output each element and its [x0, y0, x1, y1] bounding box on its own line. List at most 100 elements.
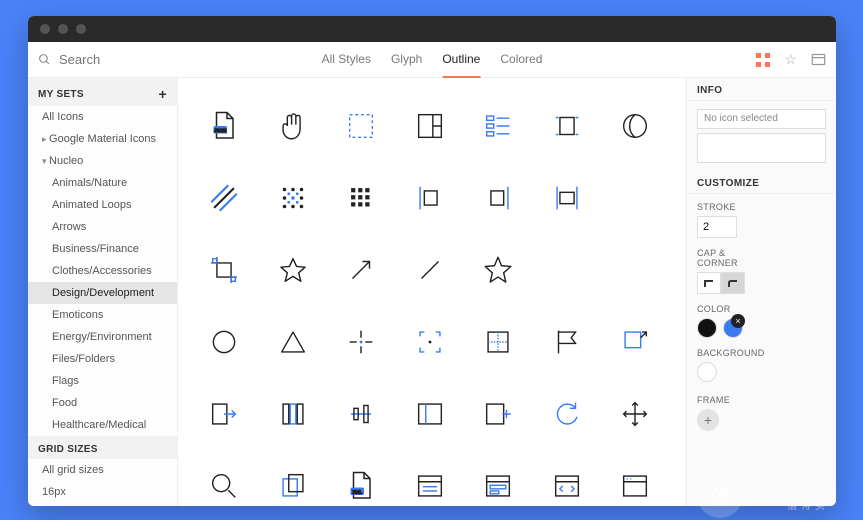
sidebar-item-design[interactable]: Design/Development [28, 282, 177, 304]
add-set-button[interactable]: + [159, 86, 167, 102]
tab-glyph[interactable]: Glyph [391, 42, 422, 78]
tab-colored[interactable]: Colored [500, 42, 542, 78]
sidebar: MY SETS + All Icons Google Material Icon… [28, 78, 178, 506]
icon-align-h[interactable] [337, 390, 385, 438]
sidebar-all-icons[interactable]: All Icons [28, 106, 177, 128]
icon-add-panel[interactable] [474, 390, 522, 438]
watermark-badge: 值 [697, 472, 743, 518]
sidebar-nucleo[interactable]: Nucleo [28, 150, 177, 172]
svg-text:JSON: JSON [214, 128, 226, 133]
my-sets-label: MY SETS [38, 89, 84, 100]
primary-color-swatch[interactable] [697, 318, 717, 338]
sidebar-item-business[interactable]: Business/Finance [28, 238, 177, 260]
info-selection: No icon selected [697, 109, 826, 129]
search-icon [38, 53, 51, 66]
background-label: BACKGROUND [697, 348, 761, 358]
icon-crosshair[interactable] [337, 318, 385, 366]
color-label: COLOR [697, 304, 761, 314]
icon-window-form[interactable] [474, 462, 522, 506]
icon-crop[interactable] [200, 246, 248, 294]
icon-align-right-rect[interactable] [474, 174, 522, 222]
icon-blank [543, 246, 591, 294]
search-field[interactable] [38, 51, 198, 68]
icon-list-rows[interactable] [474, 102, 522, 150]
sidebar-item-flags[interactable]: Flags [28, 370, 177, 392]
sidebar-sizes-header: GRID SIZES [28, 436, 177, 459]
icon-move[interactable] [611, 390, 659, 438]
icon-columns[interactable] [269, 390, 317, 438]
sidebar-item-energy[interactable]: Energy/Environment [28, 326, 177, 348]
icon-stripes-diag[interactable] [200, 174, 248, 222]
sidebar-google-material[interactable]: Google Material Icons [28, 128, 177, 150]
cap-label: CAP & CORNER [697, 248, 761, 268]
sidebar-item-food[interactable]: Food [28, 392, 177, 414]
stroke-label: STROKE [697, 202, 761, 212]
sidebar-item-animals[interactable]: Animals/Nature [28, 172, 177, 194]
favorites-icon[interactable]: ☆ [784, 51, 797, 68]
add-frame-button[interactable]: + [697, 409, 719, 431]
icon-browser[interactable] [611, 462, 659, 506]
remove-color-icon[interactable]: × [731, 314, 745, 328]
icon-align-sides[interactable] [543, 174, 591, 222]
grid-view-icon[interactable] [756, 53, 770, 67]
icon-exit-right[interactable] [200, 390, 248, 438]
cap-square-button[interactable] [697, 272, 721, 294]
sidebar-item-arrows[interactable]: Arrows [28, 216, 177, 238]
icon-triangle[interactable] [269, 318, 317, 366]
icon-arrow-ne[interactable] [337, 246, 385, 294]
top-toolbar: All Styles Glyph Outline Colored ☆ [28, 42, 836, 78]
icon-line[interactable] [406, 246, 454, 294]
watermark-text: 值得买 [787, 497, 829, 512]
icon-layout-right[interactable] [406, 102, 454, 150]
icon-blank [611, 246, 659, 294]
icon-matrix-dots[interactable] [269, 174, 317, 222]
traffic-light-min[interactable] [58, 24, 68, 34]
icon-focus[interactable] [406, 318, 454, 366]
sidebar-item-files[interactable]: Files/Folders [28, 348, 177, 370]
icon-zoom[interactable] [200, 462, 248, 506]
traffic-light-max[interactable] [76, 24, 86, 34]
icon-grid-9[interactable] [337, 174, 385, 222]
icon-star-solid[interactable] [474, 246, 522, 294]
sidebar-item-healthcare[interactable]: Healthcare/Medical [28, 414, 177, 436]
sidebar-item-animated[interactable]: Animated Loops [28, 194, 177, 216]
icon-note-expand[interactable] [611, 318, 659, 366]
icon-window-list[interactable] [406, 462, 454, 506]
customize-header: CUSTOMIZE [687, 171, 836, 194]
icon-flag[interactable] [543, 318, 591, 366]
inspector-panel: INFO No icon selected CUSTOMIZE STROKE C… [686, 78, 836, 506]
icon-code-window[interactable] [543, 462, 591, 506]
search-input[interactable] [57, 51, 167, 68]
icon-xml[interactable]: XML [337, 462, 385, 506]
size-16[interactable]: 16px [28, 481, 177, 503]
icon-ball[interactable] [611, 102, 659, 150]
info-preview [697, 133, 826, 163]
sidebar-item-clothes[interactable]: Clothes/Accessories [28, 260, 177, 282]
frame-label: FRAME [697, 395, 826, 405]
size-24[interactable]: 24px [28, 503, 177, 506]
icon-selection[interactable] [337, 102, 385, 150]
stroke-input[interactable] [697, 216, 737, 238]
icon-artboard[interactable] [543, 102, 591, 150]
sidebar-sets-header: MY SETS + [28, 78, 177, 106]
background-swatch[interactable] [697, 362, 717, 382]
info-header: INFO [687, 78, 836, 101]
sidebar-item-emoticons[interactable]: Emoticons [28, 304, 177, 326]
tab-outline[interactable]: Outline [442, 42, 480, 78]
traffic-light-close[interactable] [40, 24, 50, 34]
style-tabs: All Styles Glyph Outline Colored [322, 42, 543, 78]
icon-hand[interactable] [269, 102, 317, 150]
tab-all-styles[interactable]: All Styles [322, 42, 371, 78]
icon-star-outline[interactable] [269, 246, 317, 294]
icon-canvas: JSONXML HEX ↗ + [178, 78, 686, 506]
icon-refresh[interactable] [543, 390, 591, 438]
folder-icon[interactable] [811, 53, 826, 66]
icon-sidebar-left[interactable] [406, 390, 454, 438]
size-all[interactable]: All grid sizes [28, 459, 177, 481]
icon-center-square[interactable] [474, 318, 522, 366]
icon-copy-back[interactable] [269, 462, 317, 506]
icon-json-doc[interactable]: JSON [200, 102, 248, 150]
icon-circle[interactable] [200, 318, 248, 366]
icon-align-left-rect[interactable] [406, 174, 454, 222]
cap-round-button[interactable] [721, 272, 745, 294]
